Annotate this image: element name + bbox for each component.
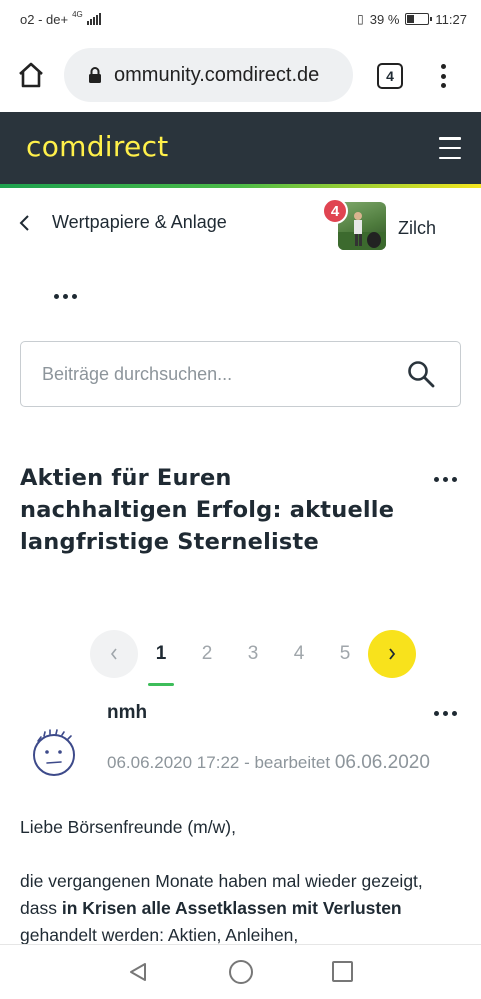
search-input[interactable]: Beiträge durchsuchen... bbox=[20, 341, 461, 407]
comdirect-logo[interactable]: comdirect bbox=[26, 130, 169, 163]
thread-title: Aktien für Euren nachhaltigen Erfolg: ak… bbox=[20, 465, 395, 555]
chevron-left-icon bbox=[110, 648, 117, 660]
address-bar[interactable]: ommunity.comdirect.de bbox=[64, 48, 353, 102]
post-bold-text: in Krisen alle Assetklassen mit Verluste… bbox=[61, 898, 402, 918]
site-header: comdirect bbox=[0, 112, 481, 188]
status-bar: o2 - de+ 4G ▯ 39 % 11:27 bbox=[0, 0, 481, 38]
next-page-button[interactable] bbox=[368, 630, 416, 678]
dot-icon bbox=[440, 64, 446, 69]
post-date: 06.06.2020 17:22 - bearbeitet bbox=[107, 753, 331, 772]
edited-date: 06.06.2020 bbox=[334, 752, 430, 773]
header-gradient-stripe bbox=[0, 184, 481, 188]
hamburger-menu-icon[interactable] bbox=[439, 137, 461, 159]
page-2-button[interactable]: 2 bbox=[184, 630, 230, 678]
more-options-icon[interactable] bbox=[54, 294, 77, 299]
recent-apps-icon[interactable] bbox=[332, 961, 353, 982]
page-1-button[interactable]: 1 bbox=[138, 630, 184, 686]
tab-switcher-button[interactable]: 4 bbox=[377, 63, 403, 89]
clock: 11:27 bbox=[435, 11, 467, 27]
pagination: 1 2 3 4 5 bbox=[90, 628, 416, 686]
network-label: 4G bbox=[72, 9, 83, 19]
author-avatar-icon[interactable] bbox=[28, 727, 80, 779]
post-text: gehandelt werden: Aktien, Anleihen, bbox=[20, 925, 299, 945]
browser-menu-button[interactable] bbox=[433, 60, 453, 92]
breadcrumb-label: Wertpapiere & Anlage bbox=[52, 212, 227, 232]
url-text: ommunity.comdirect.de bbox=[114, 63, 320, 86]
user-avatar[interactable]: 4 bbox=[322, 198, 386, 250]
post-greeting: Liebe Börsenfreunde (m/w), bbox=[20, 817, 236, 837]
vibrate-icon: ▯ bbox=[357, 12, 364, 26]
thread-options-icon[interactable] bbox=[434, 477, 457, 482]
system-navigation-bar bbox=[0, 944, 481, 999]
back-triangle-icon[interactable] bbox=[127, 961, 149, 983]
browser-toolbar: ommunity.comdirect.de 4 bbox=[0, 38, 481, 112]
page-5-button[interactable]: 5 bbox=[322, 630, 368, 678]
battery-percent: 39 % bbox=[369, 11, 400, 27]
chevron-left-icon bbox=[19, 214, 29, 231]
home-circle-icon[interactable] bbox=[229, 960, 253, 984]
notification-badge: 4 bbox=[322, 198, 348, 224]
search-placeholder: Beiträge durchsuchen... bbox=[42, 363, 233, 384]
page-3-button[interactable]: 3 bbox=[230, 630, 276, 678]
previous-page-button[interactable] bbox=[90, 630, 138, 678]
home-button[interactable] bbox=[16, 60, 46, 90]
chevron-right-icon bbox=[389, 648, 396, 660]
post-paragraph: die vergangenen Monate haben mal wieder … bbox=[20, 868, 460, 949]
battery-icon bbox=[405, 13, 433, 25]
dot-icon bbox=[440, 83, 446, 88]
page-4-button[interactable]: 4 bbox=[276, 630, 322, 678]
home-icon bbox=[19, 62, 43, 88]
carrier-label: o2 - de+ bbox=[20, 11, 69, 27]
dot-icon bbox=[440, 73, 446, 79]
signal-icon bbox=[86, 13, 101, 25]
lock-icon bbox=[89, 67, 101, 83]
post-author[interactable]: nmh bbox=[107, 702, 147, 724]
search-icon[interactable] bbox=[406, 359, 436, 389]
username[interactable]: Zilch bbox=[398, 218, 436, 239]
breadcrumb[interactable]: Wertpapiere & Anlage bbox=[18, 212, 227, 233]
post-options-icon[interactable] bbox=[434, 711, 457, 716]
post-meta: 06.06.2020 17:22 - bearbeitet 06.06.2020 bbox=[107, 752, 430, 774]
